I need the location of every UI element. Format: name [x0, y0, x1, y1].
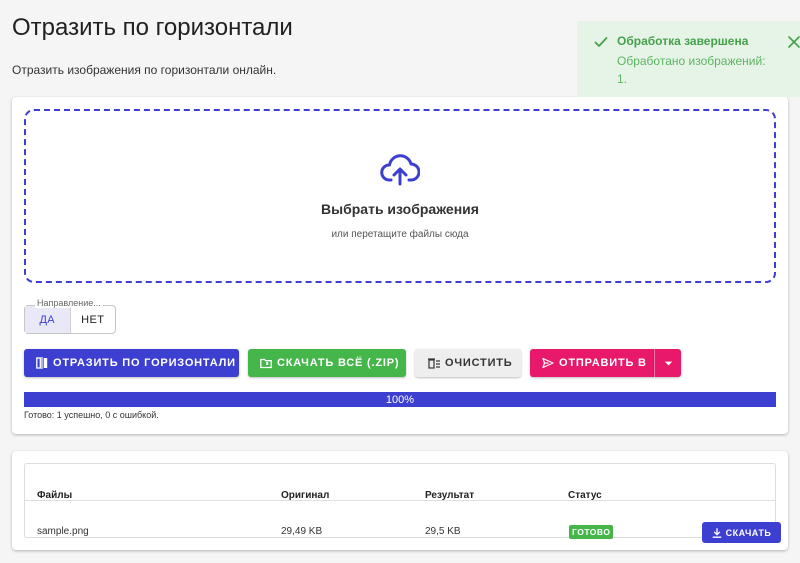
tool-card: Выбрать изображения или перетащите файлы…	[12, 97, 788, 434]
dropzone-title: Выбрать изображения	[321, 201, 479, 217]
files-table: Файлы Оригинал Результат Статус sample.p…	[24, 463, 781, 543]
page-title: Отразить по горизонтали	[12, 14, 293, 41]
clear-button-label: ОЧИСТИТЬ	[445, 357, 513, 369]
caret-down-icon	[664, 361, 672, 365]
progress-label: 100%	[385, 393, 415, 406]
flip-horizontal-button[interactable]: ОТРАЗИТЬ ПО ГОРИЗОНТАЛИ	[24, 349, 239, 377]
send-icon	[542, 357, 554, 369]
folder-zip-icon	[260, 358, 272, 369]
send-to-menu-button[interactable]	[654, 349, 681, 377]
file-original-size: 29,49 KB	[281, 526, 323, 537]
file-result-size: 29,5 KB	[425, 526, 461, 537]
clear-button[interactable]: ОЧИСТИТЬ	[415, 349, 521, 377]
direction-toggle-group: Направление... ДА НЕТ	[24, 298, 116, 334]
flip-icon	[36, 357, 48, 369]
toast-title: Обработка завершена	[617, 34, 749, 48]
processing-status: Готово: 1 успешно, 0 с ошибкой.	[24, 410, 159, 420]
header-divider	[25, 500, 775, 501]
success-toast: Обработка завершена Обработано изображен…	[577, 21, 800, 97]
row-download-label: СКАЧАТЬ	[725, 527, 772, 538]
progress-bar: 100%	[24, 392, 776, 407]
direction-option-yes[interactable]: ДА	[25, 306, 71, 333]
file-name: sample.png	[37, 526, 89, 537]
toast-message: Обработано изображений: 1.	[617, 54, 766, 86]
direction-option-no[interactable]: НЕТ	[71, 306, 116, 333]
status-badge: ГОТОВО	[569, 525, 614, 539]
check-icon	[594, 37, 608, 47]
files-card: Файлы Оригинал Результат Статус sample.p…	[12, 451, 788, 550]
flip-button-label: ОТРАЗИТЬ ПО ГОРИЗОНТАЛИ	[53, 357, 236, 369]
row-download-button[interactable]: СКАЧАТЬ	[702, 522, 781, 543]
page-subtitle: Отразить изображения по горизонтали онла…	[12, 63, 277, 77]
send-to-button[interactable]: ОТПРАВИТЬ В	[530, 349, 654, 377]
download-all-label: СКАЧАТЬ ВСЁ (.ZIP)	[277, 357, 400, 369]
download-icon	[712, 527, 722, 538]
clear-icon	[428, 358, 440, 369]
close-icon[interactable]	[788, 36, 800, 48]
send-button-label: ОТПРАВИТЬ В	[559, 357, 647, 369]
cloud-upload-icon	[380, 154, 420, 186]
download-all-zip-button[interactable]: СКАЧАТЬ ВСЁ (.ZIP)	[248, 349, 406, 377]
dropzone-hint: или перетащите файлы сюда	[331, 229, 469, 240]
file-dropzone[interactable]: Выбрать изображения или перетащите файлы…	[24, 109, 776, 283]
direction-legend: Направление...	[35, 298, 103, 308]
